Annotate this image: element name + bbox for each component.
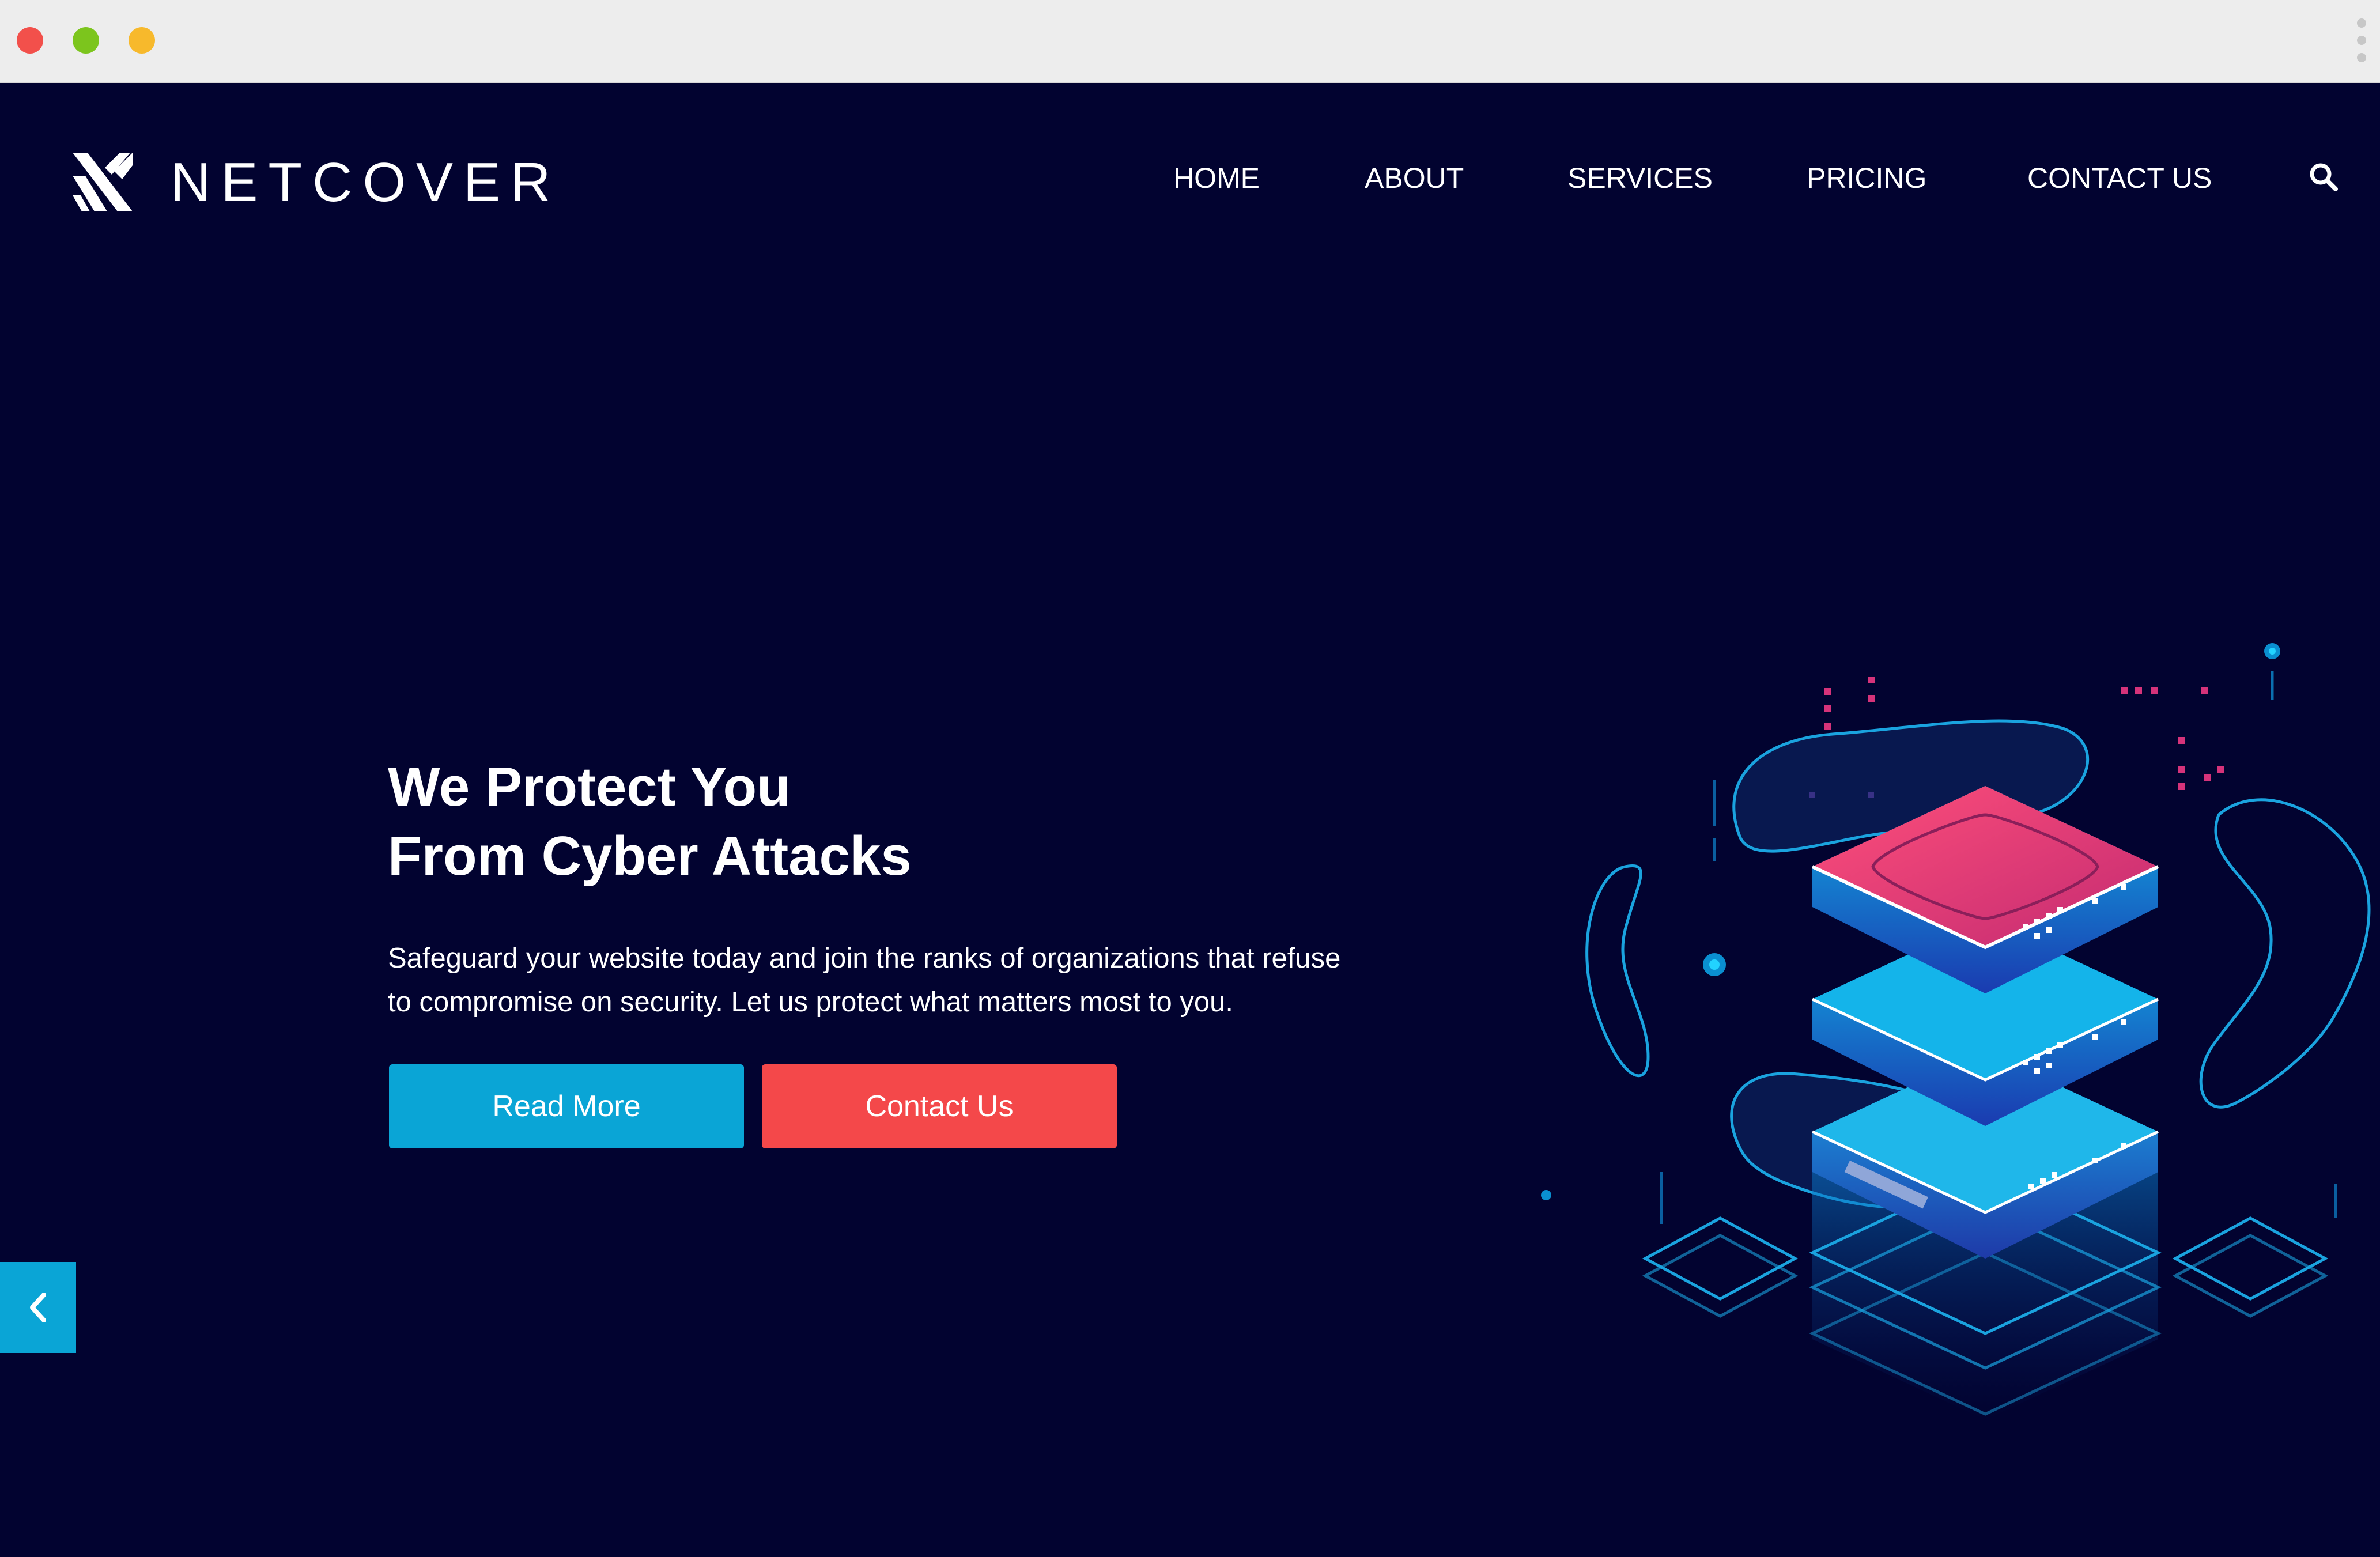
window-minimize-button[interactable] [73,27,99,54]
hero-title-line-1: We Protect You [388,756,791,818]
nav-item-home[interactable]: HOME [1173,152,1260,204]
read-more-button[interactable]: Read More [389,1064,744,1148]
kebab-icon[interactable] [2357,18,2367,65]
window-maximize-button[interactable] [129,27,155,54]
chevron-left-icon [30,1293,46,1322]
search-icon[interactable] [2308,161,2339,192]
browser-chrome [0,0,2380,83]
hero-description-line-2: to compromise on security. Let us protec… [388,987,1233,1018]
contact-us-button[interactable]: Contact Us [762,1064,1117,1148]
hero-title-line-2: From Cyber Attacks [388,825,912,887]
nav-item-about[interactable]: ABOUT [1365,152,1464,204]
hero-description-line-1: Safeguard your website today and join th… [388,943,1341,974]
window-close-button[interactable] [17,27,43,54]
decor-dot [1541,1190,1551,1200]
nav-item-services[interactable]: SERVICES [1567,152,1713,204]
hero-page: NETCOVER HOME ABOUT SERVICES PRICING CON… [0,83,2380,1557]
hero-title: We Protect You From Cyber Attacks [388,753,912,891]
slider-prev-button[interactable] [0,1262,76,1353]
nav-item-contact-us[interactable]: CONTACT US [2027,152,2212,204]
nav-item-pricing[interactable]: PRICING [1807,152,1926,204]
hero-description: Safeguard your website today and join th… [388,936,1425,1024]
server-stack-illustration [1541,643,2371,1420]
main-nav: HOME ABOUT SERVICES PRICING CONTACT US [0,152,2380,204]
